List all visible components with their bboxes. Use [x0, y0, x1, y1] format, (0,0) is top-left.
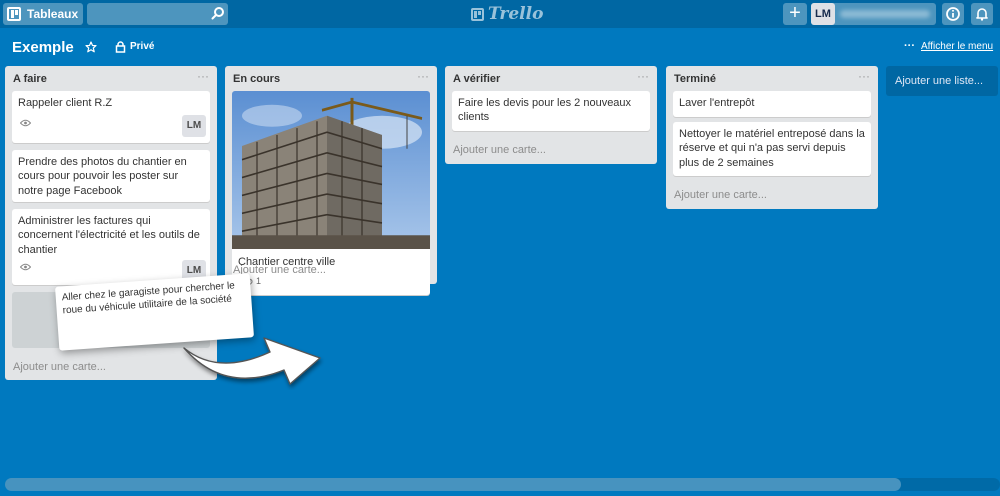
notifications-button[interactable] — [971, 3, 993, 25]
card-title: Laver l'entrepôt — [679, 97, 755, 109]
member-avatar[interactable]: LM — [182, 115, 206, 137]
card-title: Faire les devis pour les 2 nouveaux clie… — [458, 97, 632, 124]
list-a-verifier: A vérifier ··· Faire les devis pour les … — [445, 66, 657, 164]
board-title[interactable]: Exemple — [12, 39, 74, 56]
building-cover-image — [232, 91, 430, 249]
bell-icon — [976, 8, 988, 21]
search-input[interactable] — [87, 3, 228, 25]
add-card-link[interactable]: Ajouter une carte... — [453, 144, 546, 156]
list-menu-icon[interactable]: ··· — [858, 69, 870, 83]
info-icon — [946, 7, 960, 21]
user-avatar[interactable]: LM — [811, 3, 835, 25]
add-card-link[interactable]: Ajouter une carte... — [674, 189, 767, 201]
card-title: Prendre des photos du chantier en cours … — [18, 156, 187, 197]
card[interactable]: Prendre des photos du chantier en cours … — [12, 150, 210, 202]
add-card-link[interactable]: Ajouter une carte... — [13, 361, 106, 373]
card-title: Nettoyer le matériel entreposé dans la r… — [679, 128, 865, 169]
card[interactable]: Laver l'entrepôt — [673, 91, 871, 117]
add-button[interactable]: + — [783, 3, 807, 25]
menu-dots-icon[interactable]: ··· — [904, 40, 915, 52]
list-menu-icon[interactable]: ··· — [637, 69, 649, 83]
top-header-bar: Tableaux Trello + LM — [0, 0, 1000, 28]
list-menu-icon[interactable]: ··· — [417, 69, 429, 83]
list-title[interactable]: En cours — [233, 73, 280, 85]
watch-eye-icon — [20, 119, 31, 127]
list-en-cours: En cours ··· Chantier centre ville 1 Ajo… — [225, 66, 437, 295]
card-title: Rappeler client R.Z — [18, 97, 113, 109]
trello-logo[interactable]: Trello — [471, 3, 543, 25]
boards-icon — [7, 7, 21, 21]
card-title: Administrer les factures qui concernent … — [18, 215, 200, 256]
star-icon[interactable] — [85, 41, 97, 53]
show-menu-link[interactable]: Afficher le menu — [921, 41, 993, 52]
horizontal-scrollbar-thumb[interactable] — [5, 478, 901, 491]
blurred-user-name — [840, 10, 930, 18]
card[interactable]: Rappeler client R.Z LM — [12, 91, 210, 143]
watch-eye-icon — [20, 263, 31, 271]
add-list-button[interactable]: Ajouter une liste... — [886, 66, 998, 96]
info-button[interactable] — [942, 3, 964, 25]
card[interactable]: Nettoyer le matériel entreposé dans la r… — [673, 122, 871, 176]
lock-icon — [115, 41, 126, 53]
attachment-count: 1 — [256, 276, 262, 286]
logo-text: Trello — [488, 4, 544, 24]
card-title: Aller chez le garagiste pour chercher le… — [61, 280, 236, 317]
list-title[interactable]: A vérifier — [453, 73, 500, 85]
list-title[interactable]: A faire — [13, 73, 47, 85]
boards-button[interactable]: Tableaux — [3, 3, 83, 25]
board-visibility[interactable]: Privé — [130, 41, 154, 52]
search-icon[interactable] — [211, 6, 225, 20]
trello-logo-icon — [471, 7, 484, 21]
card[interactable]: Faire les devis pour les 2 nouveaux clie… — [452, 91, 650, 131]
card[interactable]: Administrer les factures qui concernent … — [12, 209, 210, 285]
dragged-card[interactable]: Aller chez le garagiste pour chercher le… — [55, 273, 254, 351]
list-title[interactable]: Terminé — [674, 73, 716, 85]
boards-button-label: Tableaux — [27, 7, 79, 21]
list-termine: Terminé ··· Laver l'entrepôt Nettoyer le… — [666, 66, 878, 209]
list-menu-icon[interactable]: ··· — [197, 69, 209, 83]
